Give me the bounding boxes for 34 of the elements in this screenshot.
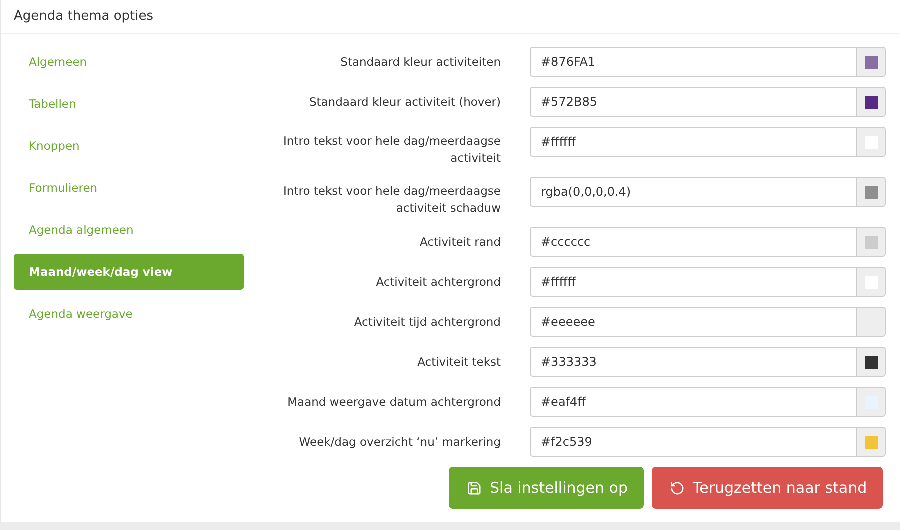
color-picker-button[interactable] (856, 177, 886, 207)
undo-icon (670, 480, 685, 496)
color-picker-button[interactable] (856, 387, 886, 417)
field-label: Maand weergave datum achtergrond (286, 394, 501, 411)
color-input[interactable]: #eaf4ff (530, 387, 856, 417)
color-input[interactable]: #572B85 (530, 87, 856, 117)
color-picker-button[interactable] (856, 47, 886, 77)
color-picker-button[interactable] (856, 87, 886, 117)
color-input[interactable]: #333333 (530, 347, 856, 377)
field-label: Activiteit rand (419, 234, 501, 251)
field-label: Intro tekst voor hele dag/meerdaagse activiteit schaduw (282, 183, 501, 217)
field-label: Intro tekst voor hele dag/meerdaagse activiteit (282, 133, 501, 167)
color-input[interactable]: #876FA1 (530, 47, 856, 77)
color-input[interactable]: rgba(0,0,0,0.4) (530, 177, 856, 207)
color-input[interactable]: #ffffff (530, 127, 856, 157)
color-picker-button[interactable] (856, 347, 886, 377)
field-label: Standaard kleur activiteit (hover) (308, 94, 501, 111)
field-label: Activiteit tijd achtergrond (353, 314, 501, 331)
color-input[interactable]: #f2c539 (530, 427, 856, 457)
field-label: Activiteit tekst (416, 354, 501, 371)
color-picker-button[interactable] (856, 427, 886, 457)
field-label: Week/dag overzicht ‘nu’ markering (298, 434, 501, 451)
save-icon (467, 480, 482, 496)
field-label: Activiteit achtergrond (375, 274, 501, 291)
field-label: Standaard kleur activiteiten (340, 54, 501, 71)
reset-button[interactable]: Terugzetten naar stand (652, 467, 884, 509)
color-picker-button[interactable] (856, 267, 886, 297)
color-input[interactable]: #eeeeee (530, 307, 856, 337)
panel-title: Agenda thema opties (14, 9, 154, 24)
color-picker-button[interactable] (856, 227, 886, 257)
color-picker-button[interactable] (856, 307, 886, 337)
color-input[interactable]: #ffffff (530, 267, 856, 297)
color-picker-button[interactable] (856, 127, 886, 157)
color-input[interactable]: #cccccc (530, 227, 856, 257)
